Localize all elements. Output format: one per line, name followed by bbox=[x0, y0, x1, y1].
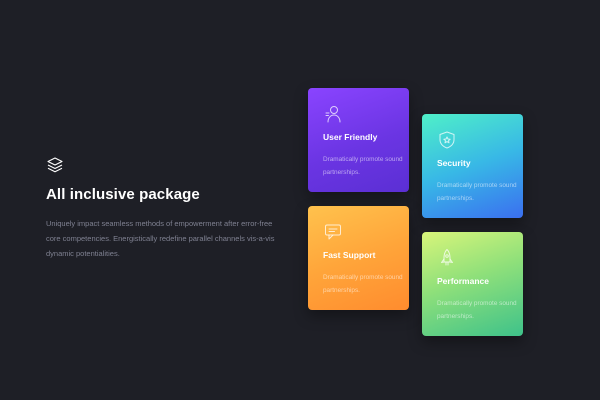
feature-card-user-friendly[interactable]: User Friendly Dramatically promote sound… bbox=[308, 88, 409, 192]
feature-card-fast-support[interactable]: Fast Support Dramatically promote sound … bbox=[308, 206, 409, 310]
card-text: Dramatically promote sound partnerships. bbox=[323, 274, 403, 294]
layers-icon bbox=[47, 157, 63, 173]
card-title: Performance bbox=[437, 276, 489, 286]
intro-section: All inclusive package Uniquely impact se… bbox=[46, 156, 286, 261]
feature-card-performance[interactable]: Performance Dramatically promote sound p… bbox=[422, 232, 523, 336]
card-title: Security bbox=[437, 158, 471, 168]
chat-icon bbox=[325, 224, 341, 240]
card-text: Dramatically promote sound partnerships. bbox=[437, 300, 517, 320]
card-title: Fast Support bbox=[323, 250, 376, 260]
page: All inclusive package Uniquely impact se… bbox=[0, 0, 600, 400]
shield-icon bbox=[439, 131, 455, 149]
rocket-icon bbox=[441, 249, 453, 266]
section-description: Uniquely impact seamless methods of empo… bbox=[46, 219, 275, 258]
section-title: All inclusive package bbox=[46, 186, 200, 203]
user-icon bbox=[325, 106, 341, 123]
card-text: Dramatically promote sound partnerships. bbox=[437, 182, 517, 202]
feature-card-security[interactable]: Security Dramatically promote sound part… bbox=[422, 114, 523, 218]
card-text: Dramatically promote sound partnerships. bbox=[323, 156, 403, 176]
card-title: User Friendly bbox=[323, 132, 378, 142]
